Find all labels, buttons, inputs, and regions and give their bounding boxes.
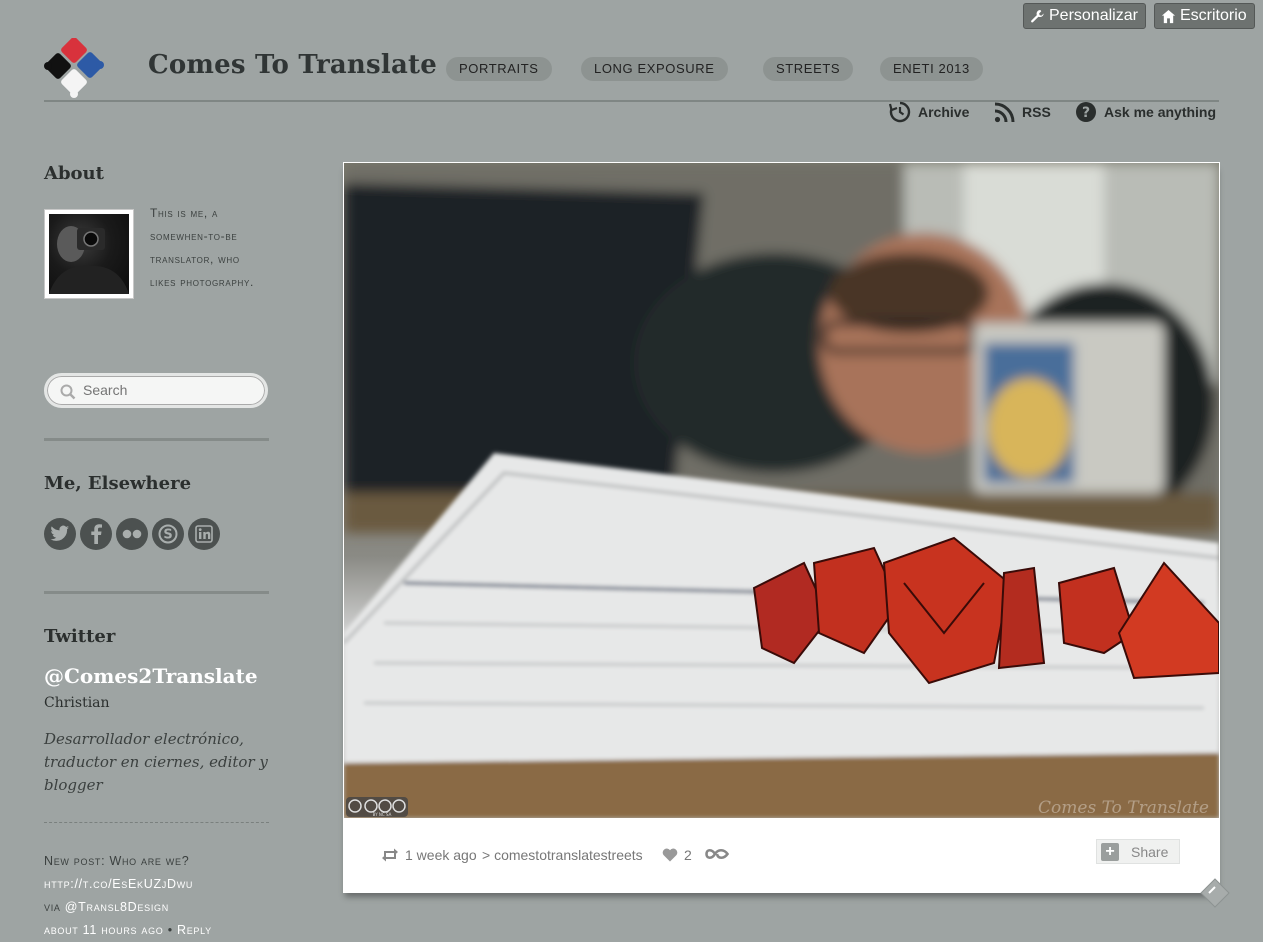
tweet-divider	[44, 822, 269, 823]
like-count: 2	[684, 847, 692, 863]
ask-label: Ask me anything	[1104, 104, 1217, 120]
avatar	[49, 214, 129, 294]
site-logo[interactable]	[44, 37, 106, 98]
tweet-reply[interactable]: Reply	[177, 923, 212, 937]
dashboard-label: Escritorio	[1180, 7, 1247, 24]
post-footer: 1 week ago > comestotranslatestreets 2 +…	[343, 819, 1220, 893]
question-icon: ?	[1076, 102, 1096, 122]
post-time: 1 week ago	[405, 847, 477, 863]
dashboard-button[interactable]: Escritorio	[1154, 3, 1255, 29]
heart-icon	[662, 848, 678, 862]
tweet-text: New post: Who are we?	[44, 854, 190, 868]
avatar-frame	[44, 209, 134, 299]
archive-link[interactable]: Archive	[889, 100, 969, 124]
twitter-name: Christian	[44, 695, 110, 711]
facebook-icon[interactable]	[80, 518, 112, 550]
elsewhere-heading: Me, Elsewhere	[44, 473, 192, 494]
customize-button[interactable]: Personalizar	[1023, 3, 1146, 29]
puzzle-logo-icon	[44, 37, 104, 98]
search-icon	[60, 384, 76, 400]
svg-text:?: ?	[1082, 105, 1090, 121]
tweet-link[interactable]: http://t.co/EsEkUZjDwu	[44, 877, 193, 891]
post-source: > comestotranslatestreets	[482, 847, 643, 863]
skype-icon[interactable]: S	[152, 518, 184, 550]
tweet-time[interactable]: about 11 hours ago	[44, 923, 164, 937]
likes[interactable]: 2	[662, 847, 692, 863]
search-input[interactable]	[81, 381, 255, 399]
linkedin-icon[interactable]	[188, 518, 220, 550]
plus-icon: +	[1101, 842, 1119, 861]
wrench-icon	[1031, 9, 1044, 23]
twitter-bio: Desarrollador electrónico, traductor en …	[44, 730, 268, 794]
twitter-handle-link[interactable]: @Comes2Translate	[44, 664, 258, 688]
share-label: Share	[1131, 843, 1169, 860]
rss-icon	[994, 102, 1015, 122]
tweet-via-label: via	[44, 900, 61, 914]
nav-long-exposure[interactable]: LONG EXPOSURE	[581, 57, 728, 81]
tweet-via-user[interactable]: @Transl8Design	[65, 900, 169, 914]
search-field[interactable]	[44, 373, 268, 408]
tweet-separator: •	[167, 923, 173, 937]
about-text: This is me, a somewhen-to-be translator,…	[150, 206, 255, 289]
customize-label: Personalizar	[1049, 7, 1138, 24]
photo-illustration: Comes To Translate BY NC SA	[344, 163, 1219, 818]
post-source-link[interactable]: > comestotranslatestreets	[482, 847, 643, 863]
permalink[interactable]	[705, 847, 729, 861]
home-icon	[1161, 9, 1176, 24]
link-icon	[705, 848, 729, 860]
flickr-icon[interactable]	[116, 518, 148, 550]
rss-label: RSS	[1022, 104, 1051, 120]
nav-streets[interactable]: STREETS	[763, 57, 854, 81]
svg-text:S: S	[163, 528, 172, 543]
sidebar-divider	[44, 438, 269, 441]
ask-link[interactable]: ? Ask me anything	[1075, 100, 1216, 124]
post-photo[interactable]: Comes To Translate BY NC SA	[344, 163, 1219, 818]
tweet-item: New post: Who are we? http://t.co/EsEkUZ…	[44, 850, 274, 942]
watermark: Comes To Translate	[1038, 798, 1209, 818]
archive-label: Archive	[918, 104, 970, 120]
history-icon	[889, 101, 911, 123]
twitter-icon[interactable]	[44, 518, 76, 550]
sidebar-divider	[44, 591, 269, 594]
rss-link[interactable]: RSS	[994, 100, 1051, 124]
reblog-icon	[382, 848, 398, 862]
photo-post: Comes To Translate BY NC SA 1 week ago >…	[343, 162, 1220, 893]
license-label: BY NC SA	[373, 812, 392, 817]
site-title[interactable]: Comes To Translate	[148, 50, 437, 80]
reblog-info[interactable]: 1 week ago	[381, 847, 477, 863]
about-section: This is me, a somewhen-to-be translator,…	[44, 202, 266, 299]
nav-eneti-2013[interactable]: ENETI 2013	[880, 57, 983, 81]
post-tag-icon[interactable]	[1200, 878, 1230, 913]
share-button[interactable]: + Share	[1096, 839, 1180, 864]
about-heading: About	[44, 163, 104, 184]
twitter-heading: Twitter	[44, 626, 116, 647]
nav-portraits[interactable]: PORTRAITS	[446, 57, 552, 81]
cc-license-icon: BY NC SA	[346, 797, 408, 817]
